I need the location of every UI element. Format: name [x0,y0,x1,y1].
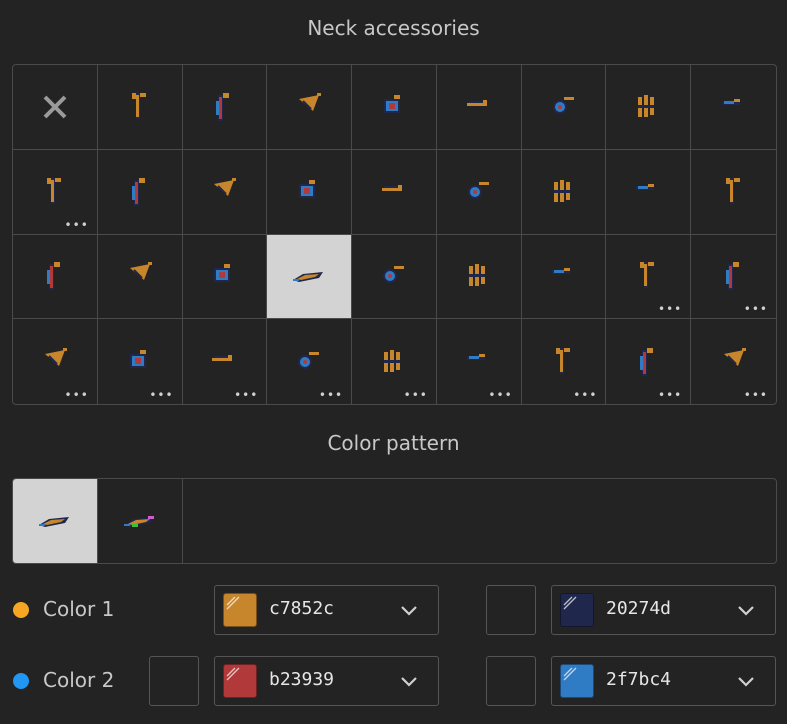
color-row-1: Color 1 c7852c 20274d [0,585,787,635]
accessory-option-acc-18[interactable] [13,234,98,320]
accessory-option-acc-29[interactable]: ••• [183,319,268,404]
accessory-option-acc-8[interactable] [691,65,776,150]
accessory-option-acc-24[interactable] [521,234,607,320]
color-pattern-2[interactable] [98,479,183,563]
more-variants-indicator: ••• [743,388,768,402]
color-1-secondary-hex: 20274d [606,598,672,619]
color-1-primary-dropdown[interactable]: c7852c [214,585,439,635]
accessory-option-acc-12[interactable] [267,149,353,235]
more-variants-indicator: ••• [318,388,344,402]
accessory-option-acc-2[interactable] [182,65,268,150]
accessory-option-acc-33[interactable]: ••• [522,319,607,404]
color-2-left-empty-swatch[interactable] [149,656,199,706]
more-variants-indicator: ••• [149,388,174,402]
accessory-option-acc-21[interactable] [267,234,353,320]
color-2-secondary-hex: 2f7bc4 [606,669,672,690]
color-1-primary-hex: c7852c [269,598,335,619]
accessory-option-acc-10[interactable] [97,149,183,235]
accessory-option-acc-3[interactable] [267,65,353,150]
more-variants-indicator: ••• [64,388,89,402]
accessory-option-acc-15[interactable] [521,149,607,235]
color-1-dot [13,602,29,618]
accessory-option-acc-19[interactable] [97,234,183,320]
more-variants-indicator: ••• [64,217,89,232]
accessory-option-acc-17[interactable] [691,150,776,235]
color-pattern-title: Color pattern [327,431,460,455]
color-2-primary-hex: b23939 [269,669,335,690]
accessory-option-acc-28[interactable]: ••• [98,319,183,404]
color-2-primary-dropdown[interactable]: b23939 [214,656,439,706]
accessory-option-acc-9[interactable]: ••• [13,149,98,235]
color-pattern-1[interactable] [13,479,98,563]
chevron-down-icon [400,673,418,692]
color-2-secondary-dropdown[interactable]: 2f7bc4 [551,656,776,706]
color-1-label: Color 1 [43,597,115,621]
accessory-option-acc-34[interactable]: ••• [606,319,692,404]
accessory-option-acc-31[interactable]: ••• [352,319,437,404]
accessory-option-acc-16[interactable] [606,149,692,235]
neck-accessories-grid: ••• ••• ••• ••• ••• ••• ••• ••• ••• ••• ••• ••• [12,64,777,405]
accessory-option-acc-11[interactable] [182,149,268,235]
accessory-option-acc-13[interactable] [352,149,437,235]
accessory-option-acc-5[interactable] [436,65,522,150]
color-swatch [223,593,257,627]
accessory-option-acc-30[interactable]: ••• [267,319,353,404]
color-2-label: Color 2 [43,668,115,692]
color-2-dot [13,673,29,689]
more-variants-indicator: ••• [743,302,768,317]
accessory-option-acc-20[interactable] [182,234,268,320]
color-1-secondary-empty-swatch[interactable] [486,585,536,635]
accessory-option-acc-25[interactable]: ••• [606,234,692,320]
chevron-down-icon [400,602,418,621]
color-swatch [223,664,257,698]
more-variants-indicator: ••• [657,302,683,317]
more-variants-indicator: ••• [403,388,428,402]
accessory-option-acc-27[interactable]: ••• [13,319,98,404]
accessory-option-acc-26[interactable]: ••• [691,235,776,320]
more-variants-indicator: ••• [573,388,598,402]
color-1-secondary-dropdown[interactable]: 20274d [551,585,776,635]
accessory-option-acc-1[interactable] [97,65,183,150]
more-variants-indicator: ••• [657,388,683,402]
color-swatch [560,664,594,698]
color-swatch [560,593,594,627]
accessory-option-none[interactable] [13,65,98,150]
more-variants-indicator: ••• [234,388,259,402]
accessory-option-acc-7[interactable] [606,65,692,150]
accessory-option-acc-23[interactable] [436,234,522,320]
neck-accessories-title: Neck accessories [307,16,480,40]
chevron-down-icon [737,602,755,621]
color-2-secondary-empty-swatch[interactable] [486,656,536,706]
color-pattern-row [12,478,777,564]
accessory-option-acc-32[interactable]: ••• [437,319,522,404]
accessory-option-acc-4[interactable] [352,65,437,150]
chevron-down-icon [737,673,755,692]
accessory-option-acc-6[interactable] [521,65,607,150]
accessory-option-acc-14[interactable] [436,149,522,235]
more-variants-indicator: ••• [488,388,513,402]
accessory-option-acc-35[interactable]: ••• [691,319,776,404]
accessory-option-acc-22[interactable] [352,234,437,320]
color-row-2: Color 2 b23939 2f7bc4 [0,656,787,706]
